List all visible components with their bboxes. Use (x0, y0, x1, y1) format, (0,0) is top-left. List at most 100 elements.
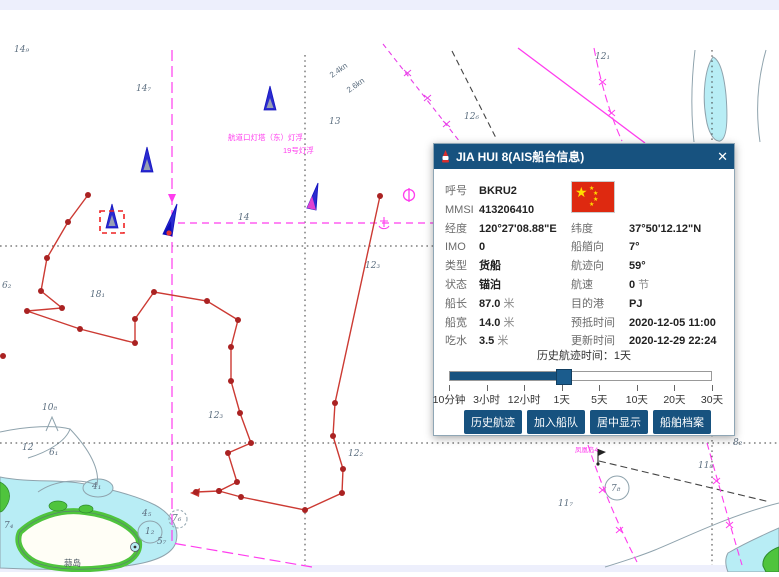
ais-ship-icon[interactable] (163, 204, 177, 236)
china-flag: ★ ★ ★ ★ ★ (571, 181, 615, 213)
slider-tick (599, 385, 600, 391)
depth-sounding: 7₈ (611, 484, 621, 494)
dialog-field-row: 航速 0 节 (434, 277, 734, 294)
track-point (216, 488, 222, 494)
track-point (65, 219, 71, 225)
slider-tick (524, 385, 525, 391)
light-buoy-symbol (404, 188, 415, 202)
field-label: 目的港 (571, 296, 604, 313)
track-point (77, 326, 83, 332)
rock-symbol (46, 417, 58, 431)
dialog-field-row: 航迹向59° (434, 258, 734, 275)
track-point (330, 433, 336, 439)
chart-label: 19号灯浮 (283, 145, 314, 155)
close-icon[interactable]: ✕ (717, 150, 728, 163)
depth-sounding: 12₃ (208, 411, 223, 421)
track-point (332, 400, 338, 406)
line-arrow (168, 194, 176, 203)
depth-sounding: 11₇ (558, 499, 573, 509)
track-point (248, 440, 254, 446)
buoy-icon (440, 150, 451, 163)
field-value: 59° (629, 258, 646, 275)
track-point (339, 490, 345, 496)
slider-tick (712, 385, 713, 391)
track-point (24, 308, 30, 314)
track-point (193, 489, 199, 495)
field-value: 2020-12-05 11:00 (629, 315, 716, 332)
track-point (234, 479, 240, 485)
track-point (151, 289, 157, 295)
depth-sounding: 7₄ (4, 521, 14, 531)
depth-sounding: 12₁ (595, 52, 610, 62)
depth-sounding: 11₈ (698, 461, 713, 471)
field-label: MMSI (445, 202, 474, 219)
field-value: 37°50'12.12"N (629, 221, 701, 238)
depth-sounding: 18₁ (90, 290, 105, 300)
dialog-buttons: 历史航迹加入船队居中显示船舶档案 (464, 410, 711, 434)
track-point (44, 255, 50, 261)
track-point (235, 317, 241, 323)
slider-tick (674, 385, 675, 391)
ais-ship-icon-selected[interactable] (100, 204, 124, 233)
depth-sounding: 6₂ (2, 281, 12, 291)
field-label: 航速 (571, 277, 593, 294)
track-point (228, 344, 234, 350)
depth-sounding: 10₈ (42, 403, 57, 413)
dialog-button-加入船队[interactable]: 加入船队 (527, 410, 585, 434)
chart-label: 2.4kn (328, 61, 349, 80)
track-point (85, 192, 91, 198)
slider-tick-label[interactable]: 30天 (690, 392, 734, 407)
shallow-water-area-ne (692, 50, 766, 142)
slider-tick (449, 385, 450, 391)
field-value: BKRU2 (479, 183, 517, 200)
field-value: 0 节 (629, 277, 649, 294)
track-point (238, 494, 244, 500)
depth-sounding: 1₂ (145, 527, 155, 537)
depth-sounding: 14₉ (14, 45, 29, 55)
depth-sounding: 12₃ (365, 261, 380, 271)
field-label: 预抵时间 (571, 315, 615, 332)
chart-label: 航道口灯塔（东）灯浮 (228, 132, 303, 142)
depth-sounding: 14₇ (136, 84, 151, 94)
track-point (377, 193, 383, 199)
track-point (132, 316, 138, 322)
track-point (132, 340, 138, 346)
depth-sounding: 8₂ (733, 438, 743, 448)
dialog-title: JIA HUI 8(AIS船台信息) (456, 148, 584, 165)
track-point (228, 378, 234, 384)
ais-ship-icon[interactable] (264, 86, 276, 110)
depth-sounding: 13 (329, 117, 341, 127)
chart-label: 蒜岛 (64, 558, 81, 568)
dialog-titlebar[interactable]: JIA HUI 8(AIS船台信息) ✕ (434, 144, 734, 169)
depth-sounding: 12₂ (348, 449, 363, 459)
dialog-field-row: 预抵时间 2020-12-05 11:00 (434, 315, 734, 332)
dialog-field-row: 纬度 37°50'12.12"N (434, 221, 734, 238)
ais-ship-icon[interactable] (141, 147, 153, 172)
chart-label: 凤凰岛4 (575, 445, 599, 454)
depth-sounding: 5₇ (157, 537, 167, 547)
track-point (302, 507, 308, 513)
svg-text:★: ★ (593, 190, 598, 197)
slider-thumb[interactable] (556, 369, 572, 385)
field-value: 413206410 (479, 202, 534, 219)
depth-sounding: 7₆ (172, 514, 182, 524)
shore-area-se (605, 476, 779, 572)
track-point (237, 410, 243, 416)
chart-label: 2.6kn (345, 76, 366, 95)
svg-text:★: ★ (589, 201, 594, 208)
depth-sounding: 12 (22, 443, 34, 453)
field-value: PJ (629, 296, 642, 313)
ais-ship-icon[interactable] (307, 183, 318, 210)
track-point (59, 305, 65, 311)
field-label: 纬度 (571, 221, 593, 238)
dialog-button-居中显示[interactable]: 居中显示 (590, 410, 648, 434)
track-time-slider[interactable] (449, 371, 712, 381)
history-track (0, 192, 383, 513)
slider-fill (450, 372, 563, 380)
dialog-field-row: 船艏向7° (434, 239, 734, 256)
track-time-caption: 历史航迹时间：1天 (434, 347, 734, 363)
dialog-button-船舶档案[interactable]: 船舶档案 (653, 410, 711, 434)
depth-sounding: 4₅ (141, 509, 152, 519)
dialog-button-历史航迹[interactable]: 历史航迹 (464, 410, 522, 434)
field-label: 呼号 (445, 183, 467, 200)
